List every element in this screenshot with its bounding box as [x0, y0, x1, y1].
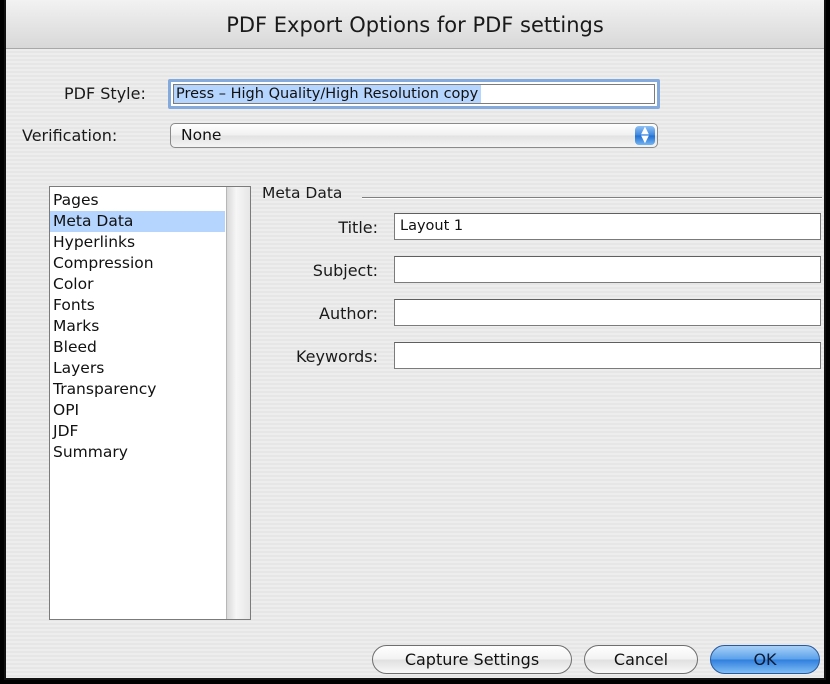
category-item-color[interactable]: Color [50, 274, 225, 295]
category-item-pages[interactable]: Pages [50, 190, 225, 211]
subject-field[interactable] [394, 256, 821, 283]
keywords-field[interactable] [394, 342, 821, 369]
category-item-jdf[interactable]: JDF [50, 421, 225, 442]
title-field[interactable]: Layout 1 [394, 213, 821, 240]
category-item-marks[interactable]: Marks [50, 316, 225, 337]
author-label: Author: [319, 304, 378, 323]
verification-label: Verification: [22, 126, 118, 145]
verification-popup[interactable]: None ▲ ▼ [170, 123, 658, 148]
meta-data-group-label: Meta Data [262, 184, 343, 202]
category-item-opi[interactable]: OPI [50, 400, 225, 421]
pdf-style-value[interactable]: Press – High Quality/High Resolution cop… [174, 85, 482, 103]
title-label: Title: [338, 218, 378, 237]
author-field[interactable] [394, 299, 821, 326]
window-title: PDF Export Options for PDF settings [6, 0, 824, 49]
category-item-layers[interactable]: Layers [50, 358, 225, 379]
up-down-arrows-icon: ▲ ▼ [635, 126, 655, 145]
verification-value: None [181, 126, 222, 144]
category-item-summary[interactable]: Summary [50, 442, 225, 463]
category-item-hyperlinks[interactable]: Hyperlinks [50, 232, 225, 253]
category-item-fonts[interactable]: Fonts [50, 295, 225, 316]
category-list-items: Pages Meta Data Hyperlinks Compression C… [50, 187, 225, 463]
category-item-compression[interactable]: Compression [50, 253, 225, 274]
keywords-label: Keywords: [295, 347, 378, 366]
category-item-meta-data[interactable]: Meta Data [50, 211, 225, 232]
category-list[interactable]: Pages Meta Data Hyperlinks Compression C… [49, 186, 251, 620]
cancel-button[interactable]: Cancel [584, 645, 698, 674]
ok-button[interactable]: OK [710, 645, 820, 674]
pdf-export-dialog: PDF Export Options for PDF settings PDF … [4, 0, 826, 680]
category-item-transparency[interactable]: Transparency [50, 379, 225, 400]
capture-settings-button[interactable]: Capture Settings [372, 645, 572, 674]
subject-label: Subject: [312, 261, 378, 280]
pdf-style-label: PDF Style: [64, 84, 146, 103]
group-divider-highlight [362, 198, 822, 199]
pdf-style-field[interactable]: Press – High Quality/High Resolution cop… [168, 79, 660, 109]
category-item-bleed[interactable]: Bleed [50, 337, 225, 358]
category-list-scrollbar[interactable] [226, 187, 250, 619]
